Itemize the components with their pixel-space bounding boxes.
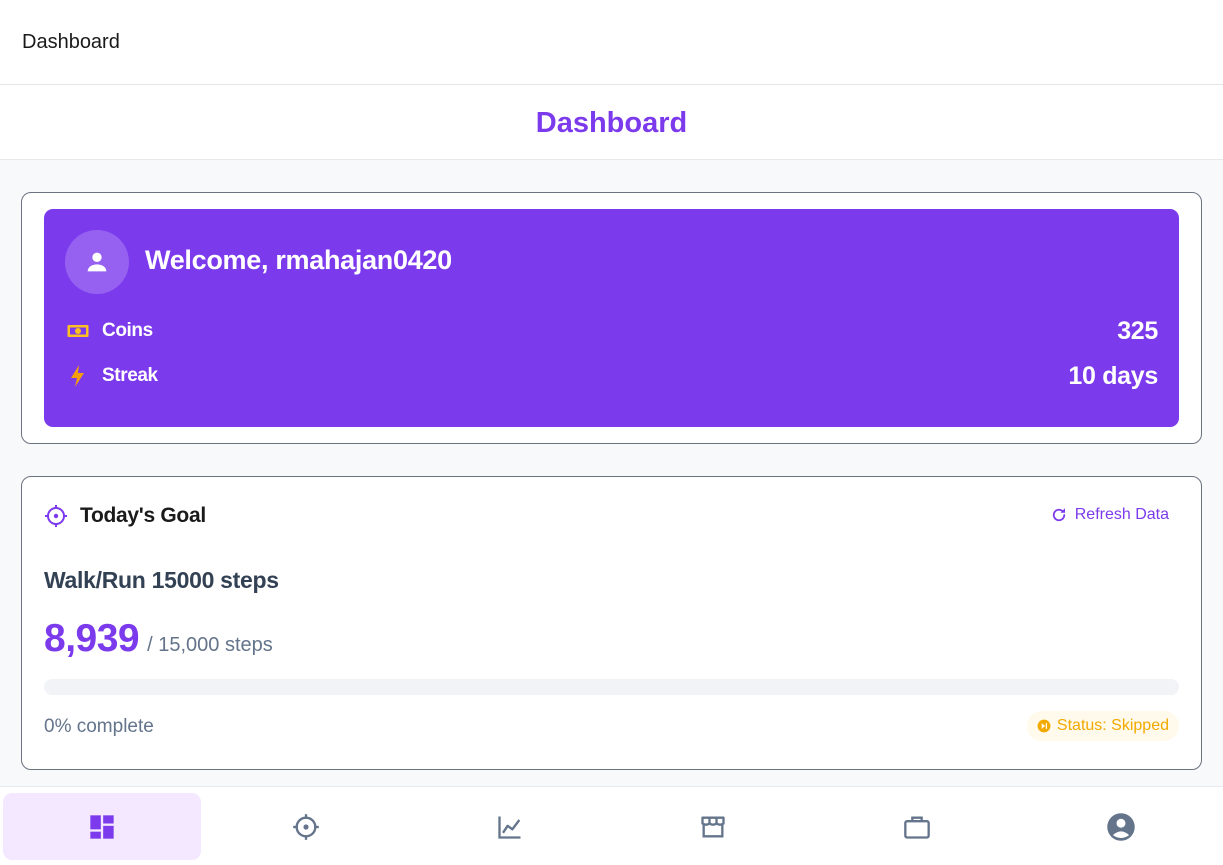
refresh-icon	[1052, 508, 1065, 522]
target-icon	[45, 505, 67, 527]
nav-goals[interactable]	[207, 793, 405, 860]
store-icon	[701, 816, 726, 837]
nav-stats[interactable]	[411, 793, 609, 860]
coins-value: 325	[1117, 316, 1158, 345]
nav-store[interactable]	[614, 793, 812, 860]
nav-inventory[interactable]	[818, 793, 1016, 860]
avatar	[65, 230, 129, 294]
goal-title: Today's Goal	[80, 504, 206, 527]
coins-stat: Coins 325	[66, 316, 1158, 346]
streak-stat: Streak 10 days	[66, 361, 1158, 391]
status-badge: Status: Skipped	[1026, 711, 1179, 741]
welcome-greeting: Welcome, rmahajan0420	[145, 245, 452, 275]
lightning-icon	[66, 364, 90, 388]
welcome-card: Welcome, rmahajan0420 Coins 325 Streak 1…	[21, 192, 1202, 444]
window-title: Dashboard	[22, 31, 120, 53]
page-header: Dashboard	[0, 85, 1223, 160]
refresh-data-button[interactable]: Refresh Data	[1040, 499, 1179, 531]
target-icon	[292, 813, 319, 840]
goal-progress-readout: 8,939 / 15,000 steps	[44, 617, 273, 661]
streak-label: Streak	[102, 365, 158, 386]
goal-target-steps: / 15,000 steps	[147, 634, 273, 656]
goal-current-steps: 8,939	[44, 617, 140, 660]
nav-dashboard[interactable]	[3, 793, 201, 860]
dashboard-icon	[90, 814, 114, 839]
account-circle-icon	[1107, 812, 1135, 841]
goal-progress-bar	[44, 679, 1179, 695]
briefcase-icon	[904, 816, 931, 839]
goal-description: Walk/Run 15000 steps	[44, 567, 279, 593]
streak-value: 10 days	[1068, 361, 1158, 390]
page-title: Dashboard	[535, 106, 688, 139]
goal-percent-complete: 0% complete	[44, 716, 154, 737]
goal-header: Today's Goal	[44, 501, 206, 531]
app-top-bar: Dashboard	[0, 0, 1223, 85]
status-text: Status: Skipped	[1056, 717, 1169, 734]
cash-icon	[66, 319, 90, 343]
nav-profile[interactable]	[1022, 793, 1220, 860]
chart-icon	[497, 816, 521, 839]
coins-label: Coins	[102, 320, 153, 341]
person-icon	[87, 252, 107, 272]
bottom-navigation	[0, 786, 1223, 865]
welcome-panel: Welcome, rmahajan0420 Coins 325 Streak 1…	[44, 209, 1179, 427]
todays-goal-card: Today's Goal Refresh Data Walk/Run 15000…	[21, 476, 1202, 770]
skip-icon	[1037, 719, 1051, 733]
refresh-data-label: Refresh Data	[1074, 506, 1169, 523]
